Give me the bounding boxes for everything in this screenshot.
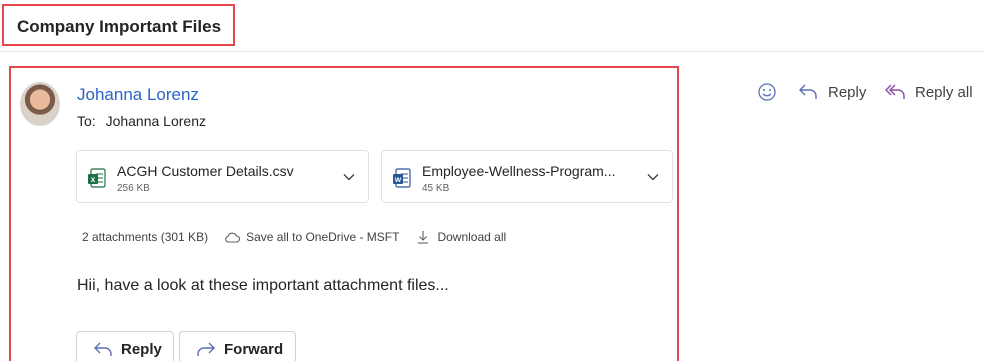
subject-header: Company Important Files <box>0 0 983 52</box>
avatar[interactable] <box>20 82 60 126</box>
attachment-card-docx[interactable]: w Employee-Wellness-Program... 45 KB <box>381 150 673 203</box>
recipient-line: To: Johanna Lorenz <box>77 113 206 129</box>
download-icon <box>418 231 429 244</box>
chevron-down-icon[interactable] <box>646 170 660 184</box>
subject-title: Company Important Files <box>17 17 222 36</box>
attachment-size: 256 KB <box>117 183 150 194</box>
sender-name[interactable]: Johanna Lorenz <box>77 85 199 105</box>
forward-icon <box>197 342 215 356</box>
attachment-count: 2 attachments (301 KB) <box>82 230 209 244</box>
word-file-icon: w <box>393 168 411 188</box>
chevron-down-icon[interactable] <box>342 170 356 184</box>
recipient-name[interactable]: Johanna Lorenz <box>106 113 206 129</box>
forward-button[interactable]: Forward <box>179 331 296 361</box>
attachment-name: ACGH Customer Details.csv <box>117 163 294 179</box>
download-all-link[interactable]: Download all <box>437 230 506 244</box>
reply-icon <box>799 84 817 99</box>
toolbar-reply-button[interactable]: Reply <box>797 80 866 104</box>
email-reading-pane: Company Important Files Johanna Lorenz T… <box>0 0 983 361</box>
attachment-card-csv[interactable]: x ACGH Customer Details.csv 256 KB <box>76 150 369 203</box>
save-all-onedrive-link[interactable]: Save all to OneDrive - MSFT <box>246 230 399 244</box>
reply-all-icon <box>885 84 905 99</box>
forward-button-label: Forward <box>224 341 284 358</box>
reply-button-label: Reply <box>121 341 162 358</box>
smiley-icon <box>758 83 776 101</box>
toolbar-reply-all-label: Reply all <box>915 83 973 101</box>
svg-text:w: w <box>394 175 402 184</box>
reaction-button[interactable] <box>756 80 787 104</box>
attachment-size: 45 KB <box>422 183 450 194</box>
svg-text:x: x <box>91 175 96 184</box>
to-label: To: <box>77 113 96 129</box>
excel-file-icon: x <box>88 168 106 188</box>
attachment-summary: 2 attachments (301 KB) Save all to OneDr… <box>82 229 506 245</box>
cloud-icon <box>225 232 241 243</box>
attachment-name: Employee-Wellness-Program... <box>422 163 616 179</box>
toolbar-reply-all-button[interactable]: Reply all <box>884 80 973 104</box>
message-body: Hii, have a look at these important atta… <box>77 277 449 294</box>
toolbar-reply-label: Reply <box>828 83 867 101</box>
reply-icon <box>94 342 112 356</box>
reply-button[interactable]: Reply <box>76 331 174 361</box>
message-highlight <box>9 66 679 361</box>
